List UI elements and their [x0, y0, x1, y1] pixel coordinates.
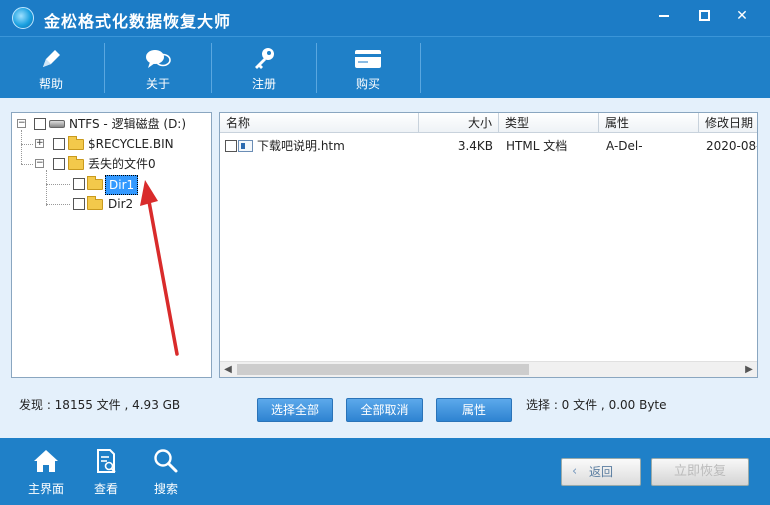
tree-node-root[interactable]: − NTFS - 逻辑磁盘 (D:): [12, 115, 211, 133]
document-search-icon: [97, 449, 116, 473]
tree-node-recycle-bin[interactable]: + $RECYCLE.BIN: [12, 135, 211, 153]
tree-node-label: 丢失的文件0: [88, 157, 156, 171]
scroll-left-icon[interactable]: ◀: [220, 362, 236, 377]
view-button[interactable]: 查看: [81, 446, 131, 500]
home-button[interactable]: 主界面: [21, 446, 71, 500]
home-icon: [34, 450, 58, 472]
folder-icon: [87, 196, 103, 210]
file-type: HTML 文档: [506, 139, 568, 153]
title-bar: 金松格式化数据恢复大师 ✕: [0, 0, 770, 36]
minimize-icon: [659, 15, 669, 17]
app-title: 金松格式化数据恢复大师: [44, 12, 232, 31]
tree-checkbox[interactable]: [73, 198, 85, 210]
file-size: 3.4KB: [457, 139, 493, 153]
tree-node-label: NTFS - 逻辑磁盘 (D:): [69, 117, 187, 131]
row-checkbox[interactable]: [225, 140, 237, 152]
recover-now-button[interactable]: 立即恢复: [651, 458, 749, 486]
tree-checkbox[interactable]: [34, 118, 46, 130]
back-label: 返回: [588, 465, 613, 479]
collapse-icon[interactable]: −: [35, 159, 44, 168]
close-icon: ✕: [736, 8, 748, 24]
buy-label: 购买: [355, 77, 380, 91]
search-label: 搜索: [153, 482, 178, 496]
maximize-icon: [699, 10, 710, 21]
minimize-button[interactable]: [646, 0, 682, 32]
close-button[interactable]: ✕: [724, 0, 760, 32]
toolbar-separator: [420, 43, 421, 93]
app-logo-icon: [12, 7, 34, 29]
toolbar-separator: [104, 43, 105, 93]
toolbar-separator: [316, 43, 317, 93]
disk-icon: [49, 120, 65, 128]
folder-icon: [68, 136, 84, 150]
toolbar: 帮助 关于 注册 购买: [0, 36, 770, 98]
chevron-left-icon: ‹: [572, 464, 578, 479]
scrollbar-thumb[interactable]: [237, 364, 529, 375]
tree-node-label: Dir2: [108, 197, 134, 211]
file-modified: 2020-08-: [706, 139, 758, 153]
maximize-button[interactable]: [686, 0, 722, 32]
main-panel: − NTFS - 逻辑磁盘 (D:) + $RECYCLE.BIN − 丢失的文…: [0, 98, 770, 438]
selection-summary: 选择 : 0 文件 , 0.00 Byte: [526, 398, 667, 412]
folder-icon: [87, 176, 103, 190]
tree-node-label: $RECYCLE.BIN: [88, 137, 174, 151]
home-label: 主界面: [27, 482, 64, 496]
folder-icon: [68, 156, 84, 170]
pen-icon: [43, 50, 60, 67]
column-header-type[interactable]: 类型: [499, 113, 599, 133]
bottom-bar: 主界面 查看 搜索 ‹ 返回 立即恢复: [0, 438, 770, 505]
tree-checkbox[interactable]: [53, 158, 65, 170]
scroll-right-icon[interactable]: ▶: [741, 362, 757, 377]
tree-node-dir1[interactable]: Dir1: [12, 175, 211, 195]
register-label: 注册: [251, 77, 276, 91]
properties-button[interactable]: 属性: [436, 398, 512, 422]
about-label: 关于: [145, 77, 170, 91]
tree-checkbox[interactable]: [73, 178, 85, 190]
buy-button[interactable]: 购买: [333, 41, 403, 95]
tree-node-dir2[interactable]: Dir2: [12, 195, 211, 213]
back-button[interactable]: ‹ 返回: [561, 458, 641, 486]
found-summary: 发现 : 18155 文件 , 4.93 GB: [19, 398, 181, 412]
horizontal-scrollbar[interactable]: ◀ ▶: [220, 361, 757, 377]
column-header-name[interactable]: 名称: [220, 113, 419, 133]
register-button[interactable]: 注册: [229, 41, 299, 95]
toolbar-separator: [211, 43, 212, 93]
select-all-button[interactable]: 选择全部: [257, 398, 333, 422]
column-header-modified[interactable]: 修改日期: [699, 113, 757, 133]
deselect-all-button[interactable]: 全部取消: [346, 398, 423, 422]
chat-bubble-icon: [146, 50, 171, 68]
about-button[interactable]: 关于: [123, 41, 193, 95]
folder-tree[interactable]: − NTFS - 逻辑磁盘 (D:) + $RECYCLE.BIN − 丢失的文…: [11, 112, 212, 378]
key-icon: [255, 48, 274, 69]
tree-checkbox[interactable]: [53, 138, 65, 150]
help-button[interactable]: 帮助: [16, 41, 86, 95]
html-file-icon: [238, 140, 253, 152]
column-header-size[interactable]: 大小: [419, 113, 499, 133]
file-name: 下载吧说明.htm: [257, 139, 345, 153]
file-attributes: A-Del-: [606, 139, 643, 153]
expand-icon[interactable]: +: [35, 139, 44, 148]
magnifier-icon: [154, 449, 178, 473]
file-list[interactable]: 名称 大小 类型 属性 修改日期 下载吧说明.htm 3.4KB HTML 文档…: [219, 112, 758, 378]
collapse-icon[interactable]: −: [17, 119, 26, 128]
search-button[interactable]: 搜索: [141, 446, 191, 500]
help-label: 帮助: [38, 77, 63, 91]
column-header-attributes[interactable]: 属性: [599, 113, 699, 133]
cart-card-icon: [355, 50, 381, 68]
tree-node-label-selected: Dir1: [105, 175, 139, 195]
tree-node-lost-files[interactable]: − 丢失的文件0: [12, 155, 211, 173]
view-label: 查看: [93, 482, 118, 496]
